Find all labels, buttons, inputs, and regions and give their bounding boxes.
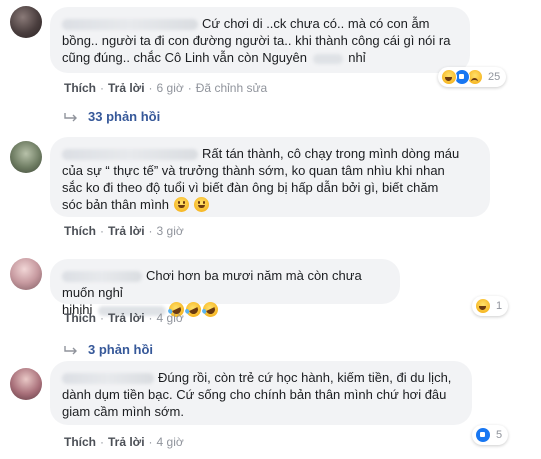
replies-count-label[interactable]: 3 phản hồi <box>88 342 153 357</box>
avatar[interactable] <box>10 368 42 400</box>
replies-count-label[interactable]: 33 phản hồi <box>88 109 160 124</box>
reactions-summary[interactable]: 5 <box>472 425 509 445</box>
avatar[interactable] <box>10 6 42 38</box>
comment-actions: Thích · Trả lời · 4 giờ <box>64 311 184 325</box>
avatar[interactable] <box>10 141 42 173</box>
comment-text: cũng đúng.. chắc Cô Linh vẫn còn Nguyên <box>62 50 308 65</box>
like-link[interactable]: Thích <box>64 224 96 238</box>
comment-text: giam cầm mình sớm. <box>62 404 184 419</box>
comment-actions: Thích · Trả lời · 4 giờ <box>64 435 184 449</box>
author-name-redacted[interactable] <box>62 373 154 385</box>
reply-link[interactable]: Trả lời <box>108 81 145 95</box>
smile-emoji-icon <box>194 197 210 212</box>
view-replies-link[interactable]: 33 phản hồi <box>64 109 160 124</box>
comment-text: nhỉ <box>348 50 366 65</box>
author-name-redacted[interactable] <box>62 19 198 31</box>
redacted-text <box>312 53 343 64</box>
like-icon <box>475 427 491 443</box>
comment-text: bồng.. người ta đi con đường người ta.. … <box>62 33 451 48</box>
comment-text: sóc bản thân mình <box>62 197 169 212</box>
comment-text: Đúng rồi, còn trẻ cứ học hành, kiếm tiền… <box>158 370 452 385</box>
reaction-count: 25 <box>488 71 501 83</box>
like-link[interactable]: Thích <box>64 81 96 95</box>
author-name-redacted[interactable] <box>62 271 142 283</box>
reply-link[interactable]: Trả lời <box>108 311 145 325</box>
comment-bubble: Rất tán thành, cô chạy trong mình dòng m… <box>50 137 490 217</box>
reaction-count: 1 <box>496 300 503 312</box>
comment-actions: Thích · Trả lời · 6 giờ · Đã chỉnh sửa <box>64 81 268 95</box>
reaction-count: 5 <box>496 429 503 441</box>
author-name-redacted[interactable] <box>62 149 198 161</box>
comment-actions: Thích · Trả lời · 3 giờ <box>64 224 184 238</box>
comment-text: sắc ko đi theo độ tuổi vì biết đàn ông b… <box>62 180 439 195</box>
reply-link[interactable]: Trả lời <box>108 224 145 238</box>
like-link[interactable]: Thích <box>64 311 96 325</box>
reply-arrow-icon <box>64 112 77 121</box>
view-replies-link[interactable]: 3 phản hồi <box>64 342 153 357</box>
timestamp[interactable]: 6 giờ <box>157 81 184 95</box>
comment-text: dành dụm tiền bạc. Cứ sống cho chính bản… <box>62 387 447 402</box>
timestamp[interactable]: 4 giờ <box>157 435 184 449</box>
smile-emoji-icon <box>173 197 189 212</box>
comment-bubble: Đúng rồi, còn trẻ cứ học hành, kiếm tiền… <box>50 361 472 425</box>
avatar[interactable] <box>10 258 42 290</box>
rofl-emoji-icon <box>200 299 221 320</box>
reactions-summary[interactable]: 1 <box>472 296 509 316</box>
comment-text: của sự “ thực tế” và trưởng thành sớm, k… <box>62 163 445 178</box>
comment-text: Rất tán thành, cô chạy trong mình dòng m… <box>202 146 460 161</box>
reactions-summary[interactable]: 25 <box>438 67 507 87</box>
rofl-emoji-icon <box>183 299 204 320</box>
haha-icon <box>441 69 457 85</box>
comment-bubble: Cứ chơi di ..ck chưa có.. mà có con ẫm b… <box>50 7 470 73</box>
timestamp[interactable]: 4 giờ <box>157 311 184 325</box>
like-link[interactable]: Thích <box>64 435 96 449</box>
comment-bubble: Chơi hơn ba mươi năm mà còn chưa muốn ng… <box>50 259 400 320</box>
timestamp[interactable]: 3 giờ <box>157 224 184 238</box>
reply-arrow-icon <box>64 345 77 354</box>
comment-text: Cứ chơi di ..ck chưa có.. mà có con ẫm <box>202 16 430 31</box>
haha-icon <box>475 298 491 314</box>
edited-label[interactable]: Đã chỉnh sửa <box>196 81 267 95</box>
reply-link[interactable]: Trả lời <box>108 435 145 449</box>
